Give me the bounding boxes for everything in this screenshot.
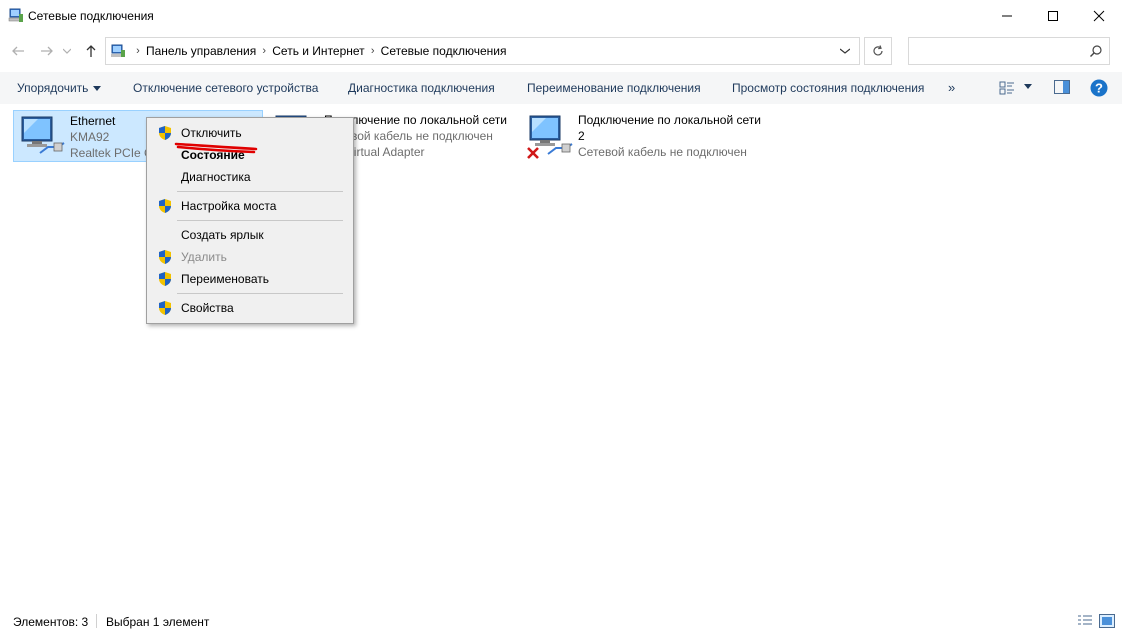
- rename-button[interactable]: Переименование подключения: [527, 81, 701, 95]
- connection-status: KMA92: [70, 130, 110, 144]
- search-icon: [1090, 45, 1102, 57]
- window-title: Сетевые подключения: [28, 9, 154, 23]
- preview-pane-icon[interactable]: [1054, 80, 1070, 94]
- uac-shield-icon: [159, 272, 171, 286]
- organize-label: Упорядочить: [17, 81, 89, 95]
- breadcrumb-separator-icon: ›: [262, 45, 267, 57]
- menu-item-label: Настройка моста: [181, 199, 277, 213]
- address-bar[interactable]: › Панель управления › Сеть и Интернет › …: [105, 37, 860, 65]
- search-input[interactable]: [908, 37, 1110, 65]
- help-icon[interactable]: ?: [1090, 79, 1108, 97]
- chevron-down-icon: [840, 48, 850, 54]
- menu-item-bridge[interactable]: Настройка моста: [147, 195, 353, 217]
- network-connections-icon: [8, 8, 23, 22]
- maximize-icon: [1048, 11, 1058, 21]
- minimize-icon: [1002, 15, 1012, 17]
- status-bar: Элементов: 3 Выбран 1 элемент: [0, 610, 1122, 633]
- control-panel-icon: [111, 44, 125, 57]
- menu-item-label: Переименовать: [181, 272, 269, 286]
- selected-count: Выбран 1 элемент: [106, 615, 210, 629]
- arrow-right-icon: [41, 46, 53, 56]
- svg-text:?: ?: [1095, 81, 1103, 96]
- breadcrumb-network-internet[interactable]: Сеть и Интернет: [272, 44, 364, 58]
- breadcrumb-network-connections[interactable]: Сетевые подключения: [381, 44, 507, 58]
- close-icon: [1093, 10, 1105, 22]
- view-status-button[interactable]: Просмотр состояния подключения: [732, 81, 924, 95]
- navigation-bar: › Панель управления › Сеть и Интернет › …: [0, 34, 1122, 68]
- menu-item-delete: Удалить: [147, 246, 353, 268]
- maximize-button[interactable]: [1030, 0, 1076, 32]
- annotation-underline: [174, 142, 258, 154]
- connection-item-local-2[interactable]: Подключение по локальной сети 2 Сетевой …: [522, 110, 782, 162]
- menu-item-label: Свойства: [181, 301, 234, 315]
- menu-item-label: Отключить: [181, 126, 242, 140]
- connection-text: Ethernet KMA92 Realtek PCIe G: [70, 113, 153, 161]
- status-separator: [96, 614, 97, 628]
- menu-item-label: Диагностика: [181, 170, 251, 184]
- network-adapter-icon: [21, 116, 65, 154]
- menu-separator: [177, 293, 343, 294]
- menu-item-properties[interactable]: Свойства: [147, 297, 353, 319]
- menu-item-create-shortcut[interactable]: Создать ярлык: [147, 224, 353, 246]
- uac-shield-icon: [159, 199, 171, 213]
- uac-shield-icon: [159, 301, 171, 315]
- explorer-window: Сетевые подключения › Панель управления …: [0, 0, 1122, 633]
- command-bar: Упорядочить Отключение сетевого устройст…: [0, 72, 1122, 104]
- forward-button[interactable]: [36, 40, 58, 62]
- details-view-icon[interactable]: [1077, 614, 1093, 628]
- uac-shield-icon: [159, 126, 171, 140]
- connection-name: Подключение по локальной сети: [578, 113, 761, 127]
- more-commands-button[interactable]: »: [948, 80, 955, 95]
- menu-separator: [177, 220, 343, 221]
- menu-item-label: Удалить: [181, 250, 227, 264]
- arrow-left-icon: [12, 46, 24, 56]
- up-button[interactable]: [80, 40, 102, 62]
- breadcrumb-separator-icon: ›: [370, 45, 375, 57]
- close-button[interactable]: [1076, 0, 1122, 32]
- arrow-up-icon: [86, 45, 96, 57]
- menu-item-diagnose[interactable]: Диагностика: [147, 166, 353, 188]
- back-button[interactable]: [7, 40, 29, 62]
- menu-item-label: Создать ярлык: [181, 228, 264, 242]
- large-icons-view-icon[interactable]: [1099, 614, 1115, 628]
- dropdown-arrow-icon: [93, 86, 102, 92]
- change-view-icon[interactable]: [998, 79, 1016, 97]
- connection-status: 2: [578, 129, 585, 143]
- view-options-dropdown[interactable]: [1024, 84, 1032, 89]
- refresh-button[interactable]: [864, 37, 892, 65]
- refresh-icon: [873, 45, 883, 56]
- title-bar: Сетевые подключения: [0, 0, 1122, 32]
- menu-item-rename[interactable]: Переименовать: [147, 268, 353, 290]
- item-count: Элементов: 3: [13, 615, 89, 629]
- connection-device: Realtek PCIe G: [70, 146, 154, 160]
- diagnose-button[interactable]: Диагностика подключения: [348, 81, 495, 95]
- connection-device: Сетевой кабель не подключен: [578, 145, 747, 159]
- connection-name: Ethernet: [70, 114, 116, 128]
- recent-locations-button[interactable]: [60, 40, 74, 62]
- breadcrumb-control-panel[interactable]: Панель управления: [146, 44, 256, 58]
- menu-separator: [177, 191, 343, 192]
- organize-button[interactable]: Упорядочить: [17, 81, 102, 95]
- address-dropdown-button[interactable]: [834, 40, 856, 62]
- breadcrumb: › Панель управления › Сеть и Интернет › …: [130, 44, 506, 58]
- minimize-button[interactable]: [984, 0, 1030, 32]
- disable-device-button[interactable]: Отключение сетевого устройства: [133, 81, 318, 95]
- uac-shield-icon: [159, 250, 171, 264]
- disconnected-x-icon: [527, 147, 539, 159]
- breadcrumb-separator-icon: ›: [136, 45, 140, 57]
- chevron-down-icon: [63, 48, 71, 54]
- connection-text: Подключение по локальной сети 2 Сетевой …: [578, 112, 761, 160]
